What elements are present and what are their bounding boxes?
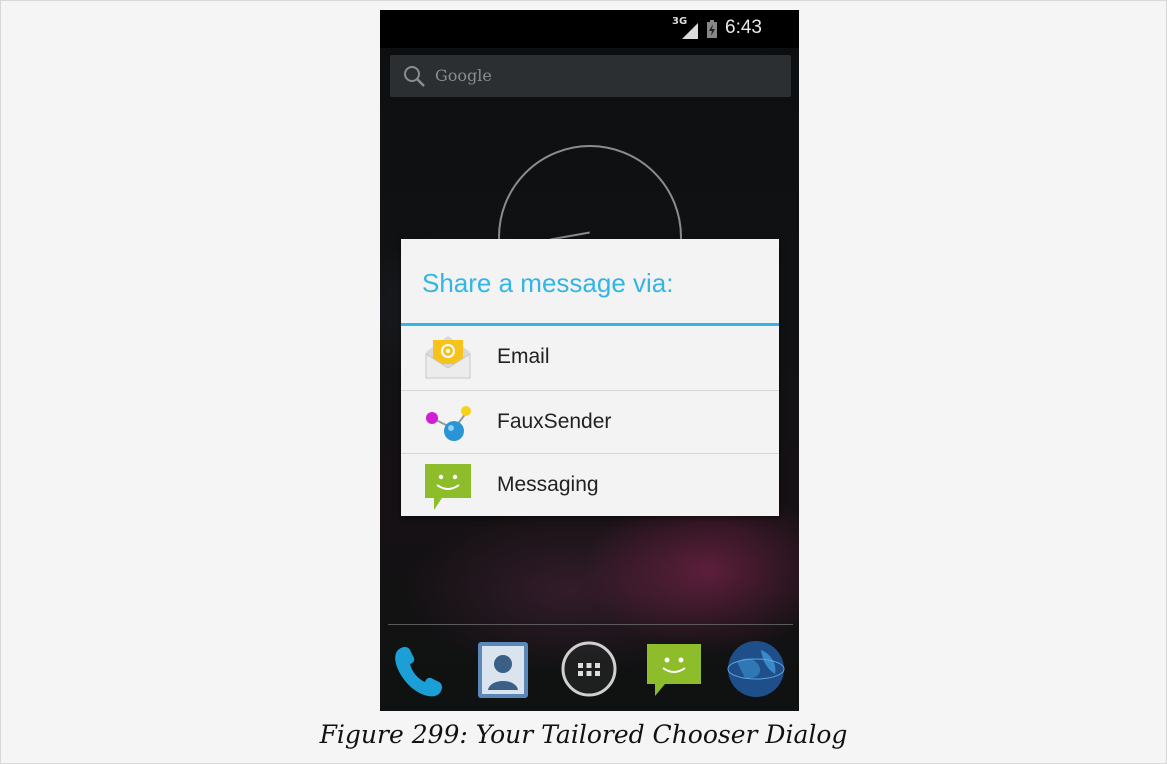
- status-time: 6:43: [725, 17, 762, 38]
- browser-icon[interactable]: [725, 638, 787, 700]
- dialog-title: Share a message via:: [422, 268, 674, 298]
- search-placeholder: Google: [435, 66, 492, 85]
- google-search-bar[interactable]: Google: [390, 55, 791, 97]
- option-messaging[interactable]: Messaging: [401, 453, 779, 517]
- messaging-icon[interactable]: [643, 638, 705, 700]
- option-label-messaging: Messaging: [497, 473, 599, 496]
- status-bar: 3G 6:43: [380, 10, 799, 48]
- option-label-email: Email: [497, 345, 550, 368]
- signal-icon: [682, 23, 698, 39]
- chooser-dialog: Share a message via: Email FauxSender Me…: [401, 239, 779, 516]
- app-launcher-icon[interactable]: [558, 638, 620, 700]
- email-icon: [425, 336, 471, 379]
- option-fauxsender[interactable]: FauxSender: [401, 390, 779, 454]
- option-email[interactable]: Email: [401, 326, 779, 389]
- messaging-icon: [425, 464, 471, 510]
- option-label-fauxsender: FauxSender: [497, 410, 612, 433]
- contacts-icon[interactable]: [472, 638, 534, 700]
- phone-icon[interactable]: [388, 638, 450, 700]
- battery-icon: [707, 20, 717, 38]
- fauxsender-icon: [426, 406, 471, 441]
- search-icon: [404, 66, 425, 87]
- figure-caption: Figure 299: Your Tailored Chooser Dialog: [319, 720, 848, 749]
- dock-divider: [388, 624, 793, 625]
